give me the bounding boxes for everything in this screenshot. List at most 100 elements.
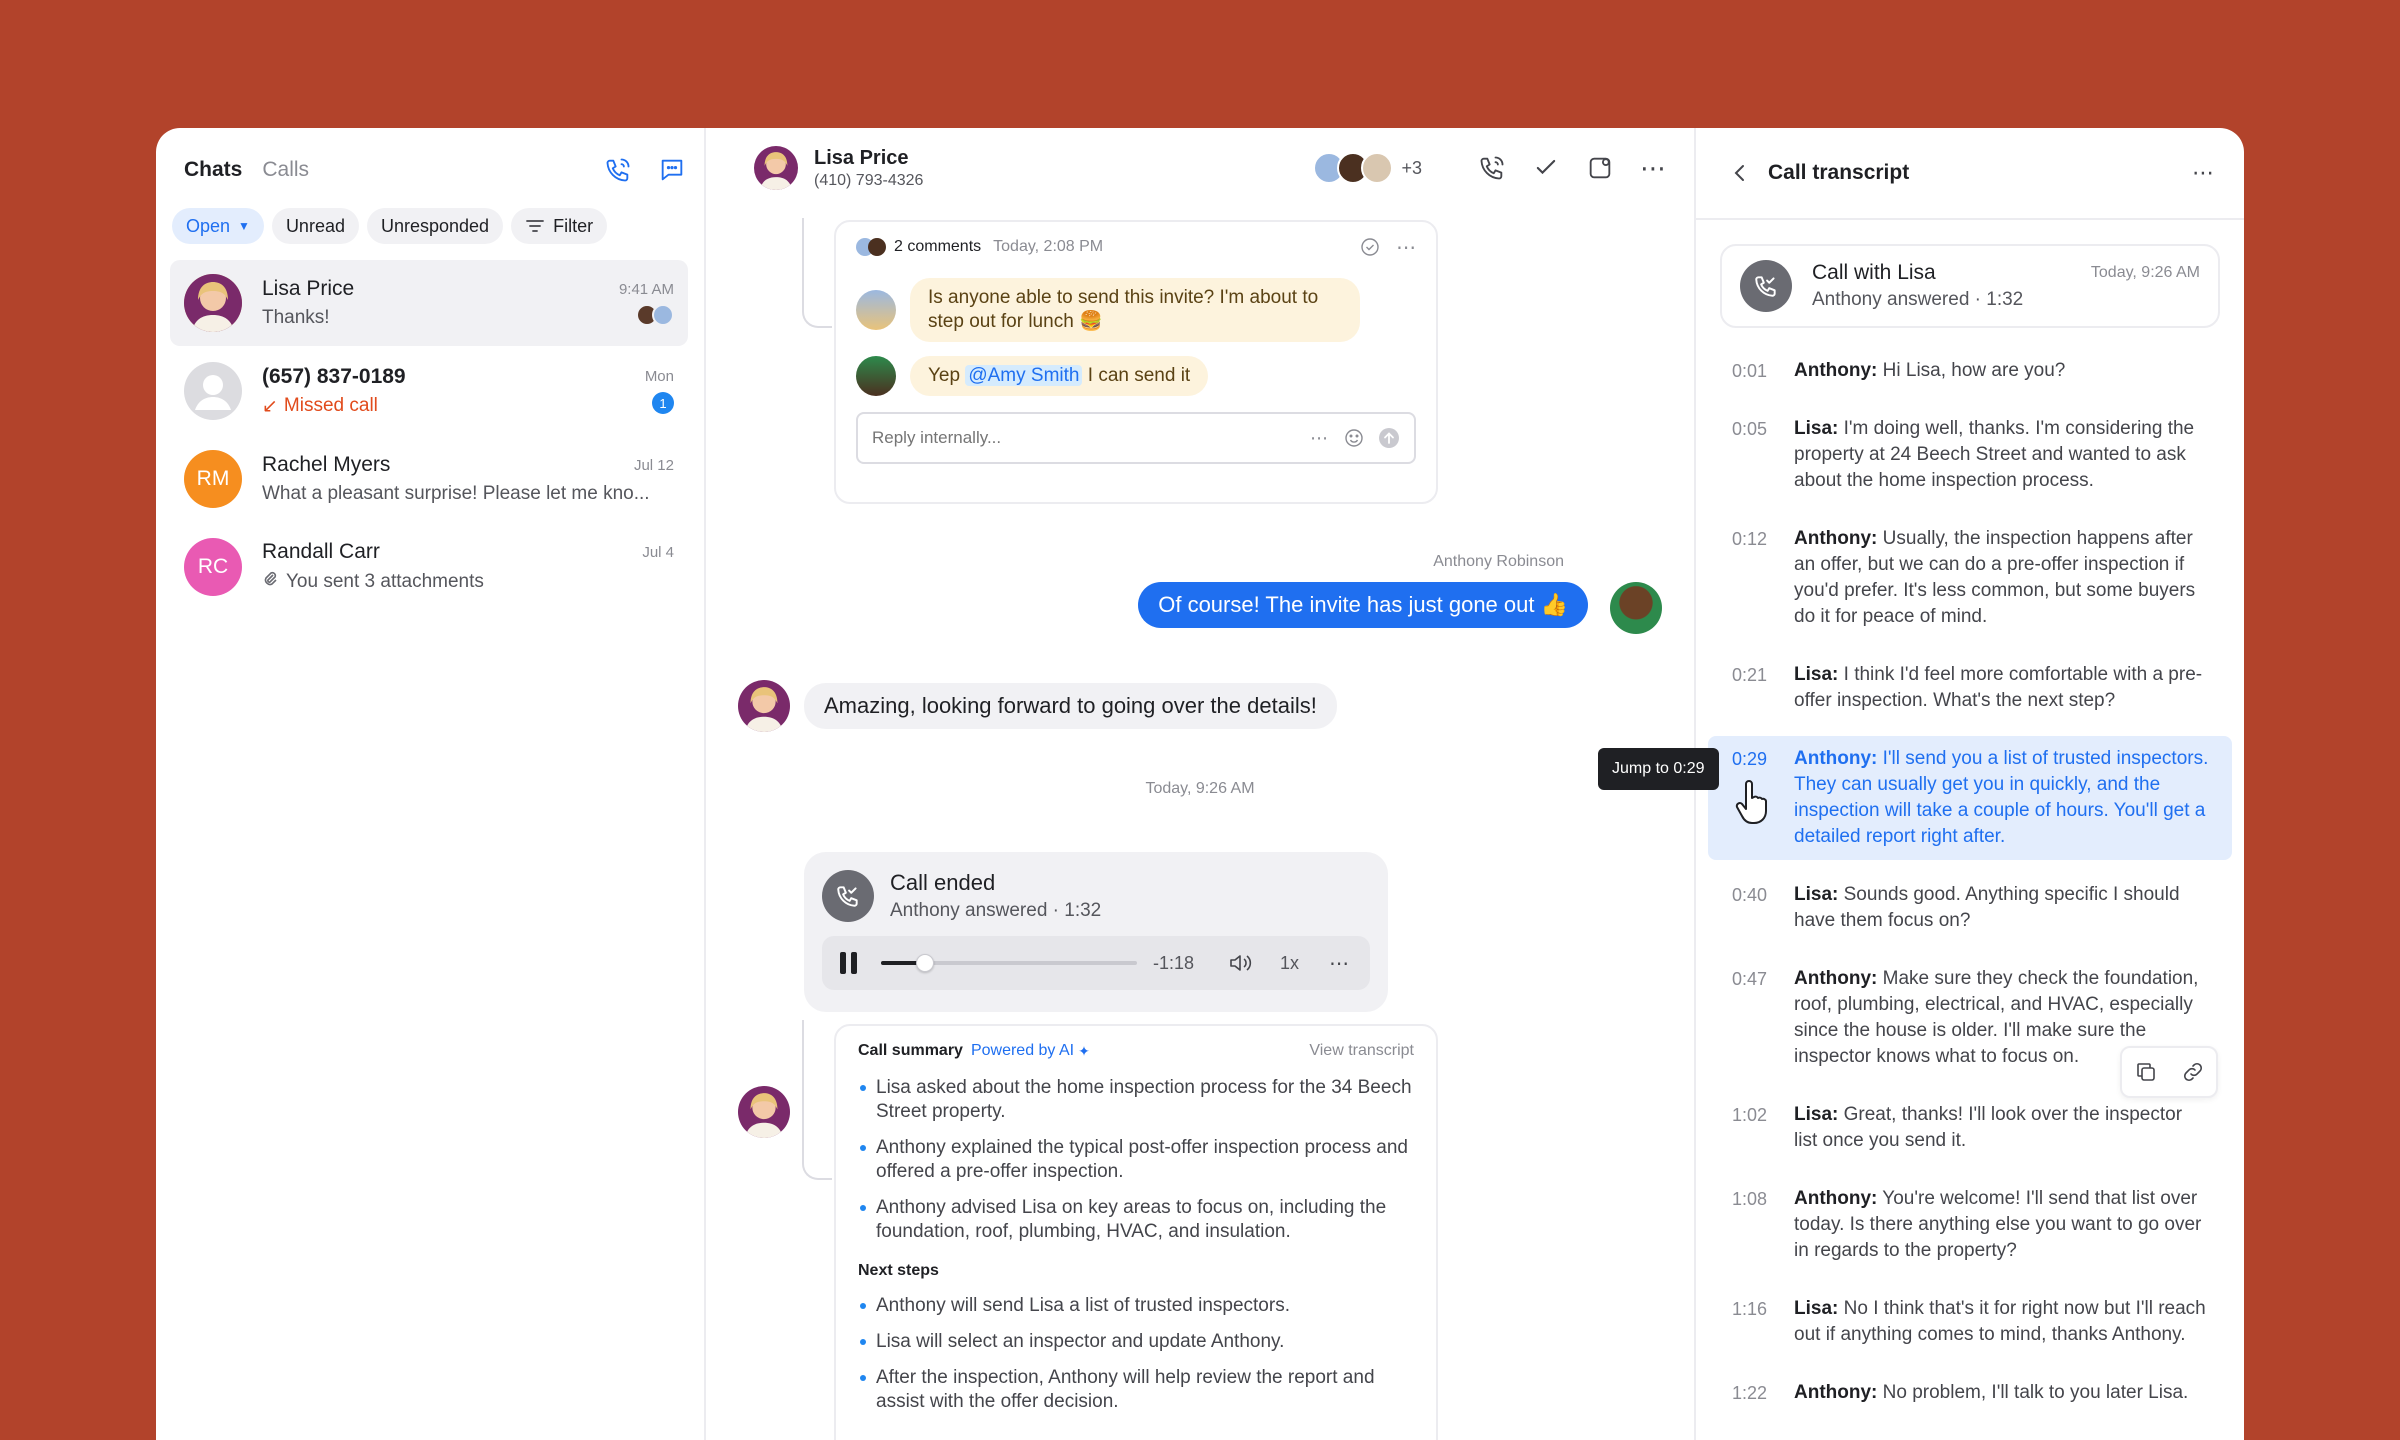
filter-unread[interactable]: Unread (271, 208, 359, 244)
comments-count: 2 comments (894, 238, 982, 255)
chat-panel: Lisa Price (410) 793-4326 +3 ⋯ 2 comment… (706, 128, 1696, 1440)
call-card: Call ended Anthony answered · 1:32 -1:18… (804, 852, 1388, 1012)
transcript-time[interactable]: 1:16 (1732, 1296, 1794, 1348)
audio-progress-track[interactable] (881, 954, 1137, 972)
transcript-line[interactable]: 1:16 Lisa: No I think that's it for right… (1708, 1286, 2232, 1358)
line-actions (2120, 1046, 2218, 1098)
transcript-time[interactable]: 1:02 (1732, 1102, 1794, 1154)
transcript-time[interactable]: 1:22 (1732, 1380, 1794, 1406)
transcript-line[interactable]: 0:01 Anthony: Hi Lisa, how are you? (1708, 348, 2232, 394)
filter-open[interactable]: Open ▼ (172, 208, 264, 244)
filter-open-label: Open (186, 215, 231, 236)
filter-button[interactable]: Filter (511, 208, 608, 244)
comment-more-icon[interactable]: ⋯ (1396, 235, 1416, 260)
transcript-time[interactable]: 0:21 (1732, 662, 1794, 714)
transcript-time[interactable]: 1:08 (1732, 1186, 1794, 1264)
transcript-call-card: Call with Lisa Today, 9:26 AM Anthony an… (1720, 244, 2220, 328)
link-icon[interactable] (2181, 1060, 2205, 1084)
comment-item: Is anyone able to send this invite? I'm … (856, 278, 1416, 342)
participants-more[interactable]: +3 (1401, 158, 1422, 179)
avatar (184, 362, 242, 420)
transcript-more-icon[interactable]: ⋯ (2192, 160, 2214, 186)
sidebar-toggle-icon[interactable] (1586, 154, 1614, 182)
transcript-text: Lisa: No I think that's it for right now… (1794, 1296, 2210, 1348)
resolve-icon[interactable] (1360, 237, 1380, 257)
emoji-icon[interactable] (1344, 428, 1364, 448)
commenter-avatars (856, 238, 886, 256)
audio-remaining: -1:18 (1153, 952, 1195, 973)
transcript-speaker: Lisa: (1794, 664, 1839, 685)
conversation-item[interactable]: RM Rachel Myers Jul 12 What a pleasant su… (170, 436, 688, 522)
conversation-name: Rachel Myers (262, 453, 391, 476)
player-more-icon[interactable]: ⋯ (1329, 951, 1349, 976)
conversation-item[interactable]: RC Randall Carr Jul 4 You sent 3 attachme… (170, 524, 688, 610)
transcript-utterance: No problem, I'll talk to you later Lisa. (1877, 1382, 2189, 1403)
playback-speed[interactable]: 1x (1280, 953, 1299, 974)
conversation-time: Jul 12 (633, 456, 674, 474)
pause-icon[interactable] (840, 952, 857, 974)
transcript-line[interactable]: 1:08 Anthony: You're welcome! I'll send t… (1708, 1176, 2232, 1274)
transcript-line[interactable]: 1:02 Lisa: Great, thanks! I'll look over … (1708, 1092, 2232, 1164)
comment-text-pre: Yep (928, 365, 966, 386)
transcript-speaker: Lisa: (1794, 1298, 1839, 1319)
conversation-time: Mon (644, 368, 674, 385)
next-step: Anthony will send Lisa a list of trusted… (858, 1294, 1414, 1318)
mention-tag[interactable]: @Amy Smith (965, 365, 1083, 386)
conversation-preview-text: You sent 3 attachments (286, 571, 484, 592)
transcript-line[interactable]: 0:40 Lisa: Sounds good. Anything specific… (1708, 872, 2232, 944)
transcript-line[interactable]: 0:21 Lisa: I think I'd feel more comforta… (1708, 652, 2232, 724)
sparkle-icon: ✦ (1078, 1042, 1090, 1059)
avatar (184, 274, 242, 332)
transcript-time[interactable]: 0:40 (1732, 882, 1794, 934)
transcript-line[interactable]: 0:29 Anthony: I'll send you a list of tru… (1708, 736, 2232, 860)
call-icon[interactable] (1478, 154, 1506, 182)
filter-icon (525, 218, 545, 234)
tab-chats[interactable]: Chats (184, 158, 242, 182)
comment-text-post: I can send it (1082, 365, 1191, 386)
transcript-lines: 0:01 Anthony: Hi Lisa, how are you? 0:05 Li… (1696, 348, 2244, 1416)
transcript-time[interactable]: 0:05 (1732, 416, 1794, 494)
tab-calls[interactable]: Calls (262, 158, 309, 182)
copy-icon[interactable] (2134, 1060, 2158, 1084)
new-call-icon[interactable] (604, 156, 632, 184)
transcript-title: Call transcript (1768, 161, 1910, 184)
reply-input[interactable]: ⋯ (856, 412, 1416, 464)
filter-unresponded[interactable]: Unresponded (366, 208, 504, 244)
transcript-time[interactable]: 0:47 (1732, 966, 1794, 1070)
volume-icon[interactable] (1228, 952, 1254, 974)
app-window: Chats Calls Open ▼ Unread Unresponded Fil… (156, 128, 2244, 1440)
avatar: RC (184, 538, 242, 596)
transcript-line[interactable]: 1:22 Anthony: No problem, I'll talk to yo… (1708, 1370, 2232, 1416)
contact-avatar-small (738, 1086, 790, 1138)
view-transcript-link[interactable]: View transcript (1309, 1042, 1414, 1060)
comment-text: Is anyone able to send this invite? I'm … (910, 278, 1360, 342)
transcript-text: Anthony: Usually, the inspection happens… (1794, 526, 2210, 630)
more-icon[interactable]: ⋯ (1640, 153, 1666, 184)
check-icon[interactable] (1532, 154, 1560, 182)
chat-header: Lisa Price (410) 793-4326 +3 ⋯ (706, 128, 1694, 208)
transcript-line[interactable]: 0:12 Anthony: Usually, the inspection hap… (1708, 516, 2232, 640)
date-divider: Today, 9:26 AM (1145, 780, 1255, 797)
reply-more-icon[interactable]: ⋯ (1310, 428, 1328, 449)
reply-field[interactable] (872, 428, 1310, 448)
conversation-preview: You sent 3 attachments (262, 570, 484, 594)
conversation-name: Randall Carr (262, 540, 380, 563)
back-icon[interactable] (1732, 162, 1748, 184)
transcript-text: Anthony: I'll send you a list of trusted… (1794, 746, 2210, 850)
conversation-item[interactable]: Lisa Price 9:41 AM Thanks! (170, 260, 688, 346)
attachment-icon (262, 570, 278, 594)
summary-title: Call summary (858, 1042, 963, 1059)
powered-by-ai: Powered by AI (970, 1042, 1075, 1059)
transcript-speaker: Anthony: (1794, 1188, 1878, 1209)
conversation-item[interactable]: (657) 837-0189 Mon ↙ Missed call 1 (170, 348, 688, 434)
transcript-time[interactable]: 0:01 (1732, 358, 1794, 384)
send-icon[interactable] (1378, 427, 1400, 449)
transcript-time[interactable]: 0:12 (1732, 526, 1794, 630)
call-subtitle: Anthony answered · 1:32 (890, 900, 1102, 921)
conversation-name: (657) 837-0189 (262, 364, 406, 388)
new-message-icon[interactable] (658, 156, 686, 184)
audio-progress-knob[interactable] (915, 954, 934, 972)
commenter-avatar (856, 356, 896, 396)
transcript-line[interactable]: 0:05 Lisa: I'm doing well, thanks. I'm co… (1708, 406, 2232, 504)
participant-stack[interactable] (1313, 152, 1394, 184)
